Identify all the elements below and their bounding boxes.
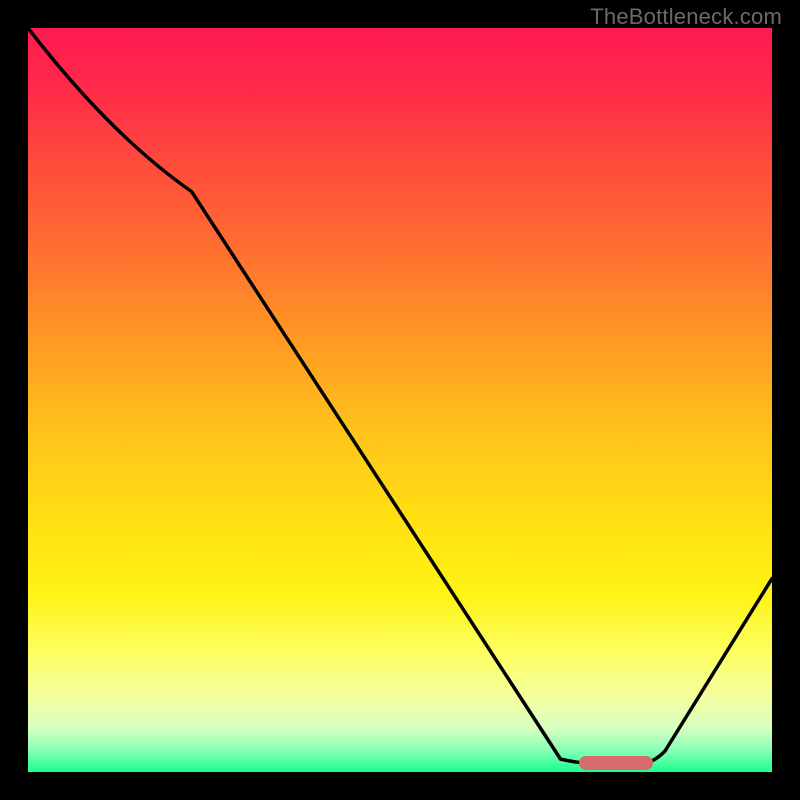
plot-area [28, 28, 772, 772]
optimal-range-marker [579, 756, 653, 770]
curve-path [28, 28, 772, 763]
chart-frame: TheBottleneck.com [0, 0, 800, 800]
watermark-text: TheBottleneck.com [590, 4, 782, 30]
bottleneck-curve [28, 28, 772, 772]
